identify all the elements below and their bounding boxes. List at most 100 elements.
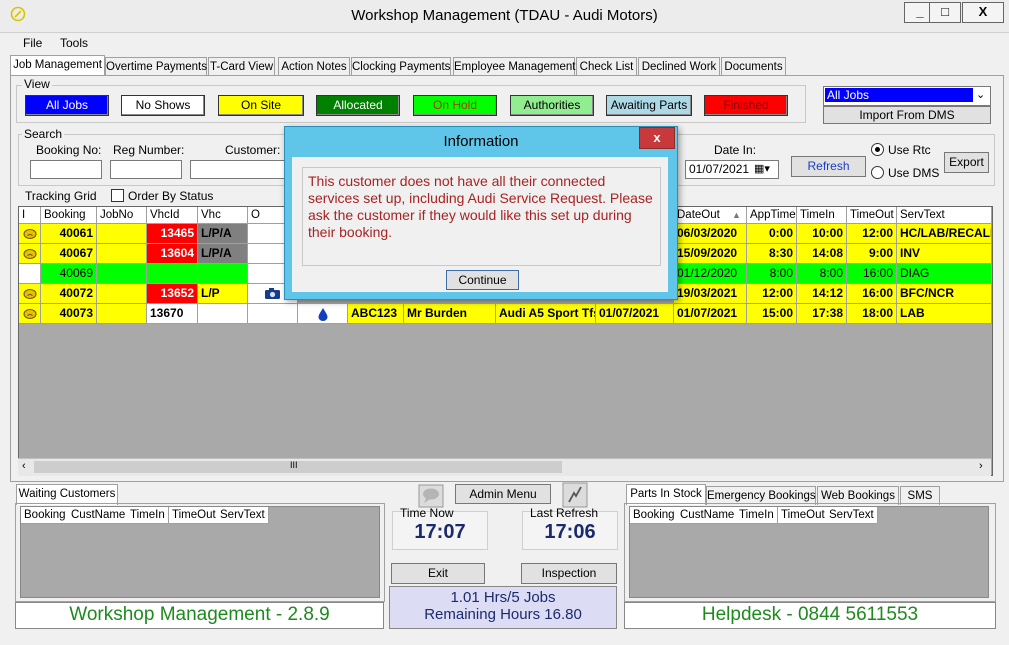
parts-header-booking[interactable]: Booking [630, 507, 679, 524]
view-on-hold-button[interactable]: On Hold [413, 95, 497, 116]
cell-booking: 40072 [41, 284, 97, 304]
view-no-shows-button[interactable]: No Shows [121, 95, 205, 116]
scroll-right-icon[interactable]: › [979, 460, 983, 472]
cell-timeout: 18:00 [847, 304, 897, 324]
tab-documents[interactable]: Documents [721, 57, 786, 76]
status-face-icon [19, 244, 41, 264]
booking-no-input[interactable] [30, 160, 102, 179]
cell-drop [298, 304, 348, 324]
use-dms-label: Use DMS [888, 166, 940, 180]
waiting-header-servtext[interactable]: ServText [217, 507, 269, 524]
customer-input[interactable] [190, 160, 290, 179]
view-finished-button[interactable]: Finished [704, 95, 788, 116]
tab-clocking-payments[interactable]: Clocking Payments [351, 57, 451, 76]
tab-declined-work[interactable]: Declined Work [638, 57, 720, 76]
cell-o [248, 304, 298, 324]
tab-job-management[interactable]: Job Management [10, 55, 105, 76]
cell-timein: 17:38 [797, 304, 847, 324]
use-rtc-radio[interactable] [871, 143, 884, 156]
waiting-header-timein[interactable]: TimeIn [127, 507, 169, 524]
waiting-customers-grid[interactable]: Booking CustName TimeIn TimeOut ServText [20, 506, 380, 598]
water-drop-icon [318, 308, 328, 321]
exit-button[interactable]: Exit [391, 563, 485, 584]
col-header-servtext[interactable]: ServText [897, 207, 992, 224]
scroll-thumb[interactable]: III [34, 460, 562, 473]
scroll-left-icon[interactable]: ‹ [22, 460, 26, 472]
date-in-picker[interactable]: 01/07/2021 ▦▾ [685, 160, 779, 179]
menu-file[interactable]: File [23, 36, 42, 50]
reg-number-input[interactable] [110, 160, 182, 179]
summary-remaining: Remaining Hours 16.80 [424, 606, 582, 623]
camera-icon[interactable] [264, 287, 281, 300]
chevron-down-icon: ⌄ [976, 89, 986, 101]
export-button[interactable]: Export [944, 152, 989, 173]
tab-t-card-view[interactable]: T-Card View [208, 57, 275, 76]
cell-vhcid: 13465 [147, 224, 198, 244]
import-from-dms-button[interactable]: Import From DMS [823, 106, 991, 124]
view-on-site-button[interactable]: On Site [218, 95, 304, 116]
cell-vhcid [147, 264, 198, 284]
view-authorities-button[interactable]: Authorities [510, 95, 594, 116]
tab-overtime-payments[interactable]: Overtime Payments [105, 57, 207, 76]
tab-action-notes[interactable]: Action Notes [278, 57, 350, 76]
grid-horizontal-scrollbar[interactable]: ‹ III › [18, 458, 991, 476]
search-label: Search [22, 127, 65, 141]
view-all-jobs-button[interactable]: All Jobs [25, 95, 109, 116]
parts-header-timein[interactable]: TimeIn [736, 507, 778, 524]
col-header-i[interactable]: I [19, 207, 41, 224]
calendar-icon[interactable]: ▦▾ [754, 161, 770, 178]
booking-no-label: Booking No: [36, 143, 102, 157]
helpdesk-footer: Helpdesk - 0844 5611553 [624, 602, 996, 629]
cell-jobno [97, 284, 147, 304]
information-dialog: Information x This customer does not hav… [284, 126, 678, 300]
tab-parts-in-stock[interactable]: Parts In Stock [626, 484, 706, 505]
col-header-dateout[interactable]: DateOut ▲ [674, 207, 747, 224]
cell-dateout: 15/09/2020 [674, 244, 747, 264]
parts-grid[interactable]: Booking CustName TimeIn TimeOut ServText [629, 506, 989, 598]
summary-box: 1.01 Hrs/5 Jobs Remaining Hours 16.80 [389, 586, 617, 629]
col-header-vhcid[interactable]: VhcId [147, 207, 198, 224]
refresh-button[interactable]: Refresh [791, 156, 866, 177]
menu-tools[interactable]: Tools [60, 36, 88, 50]
order-by-status-checkbox[interactable] [111, 189, 124, 202]
lightning-icon[interactable] [562, 482, 588, 508]
reg-number-label: Reg Number: [113, 143, 185, 157]
parts-header-timeout[interactable]: TimeOut [778, 507, 829, 524]
parts-header-custname[interactable]: CustName [677, 507, 739, 524]
col-header-booking[interactable]: Booking [41, 207, 97, 224]
use-dms-radio[interactable] [871, 166, 884, 179]
dialog-close-button[interactable]: x [639, 127, 675, 149]
parts-header-servtext[interactable]: ServText [826, 507, 878, 524]
cell-jobno [97, 304, 147, 324]
cell-booking: 40067 [41, 244, 97, 264]
tab-waiting-customers[interactable]: Waiting Customers [16, 484, 118, 505]
cell-servtext: BFC/NCR [897, 284, 992, 304]
tab-employee-management[interactable]: Employee Management [453, 57, 575, 76]
waiting-header-timeout[interactable]: TimeOut [169, 507, 220, 524]
waiting-header-custname[interactable]: CustName [68, 507, 130, 524]
maximize-button[interactable]: □ [929, 2, 961, 23]
cell-servtext: HC/LAB/RECALL [897, 224, 992, 244]
view-awaiting-parts-button[interactable]: Awaiting Parts [606, 95, 692, 116]
col-header-timeout[interactable]: TimeOut [847, 207, 897, 224]
admin-menu-button[interactable]: Admin Menu [455, 484, 551, 504]
col-header-timein[interactable]: TimeIn [797, 207, 847, 224]
tab-check-list[interactable]: Check List [576, 57, 637, 76]
cell-apptime: 0:00 [747, 224, 797, 244]
view-allocated-button[interactable]: Allocated [316, 95, 400, 116]
close-button[interactable]: X [962, 2, 1004, 23]
status-face-icon [19, 304, 41, 324]
col-header-apptime[interactable]: AppTime [747, 207, 797, 224]
waiting-header-booking[interactable]: Booking [21, 507, 70, 524]
chat-bubble-icon[interactable] [418, 484, 444, 508]
cell-vhcid: 13604 [147, 244, 198, 264]
col-header-vhc[interactable]: Vhc [198, 207, 248, 224]
job-filter-select[interactable]: All Jobs ⌄ [823, 86, 991, 106]
inspection-button[interactable]: Inspection [521, 563, 617, 584]
table-row[interactable]: 40073 13670 ABC123 Mr Burden Audi A5 Spo… [19, 304, 992, 324]
continue-button[interactable]: Continue [446, 270, 519, 290]
cell-vhcid: 13670 [147, 304, 198, 324]
col-header-jobno[interactable]: JobNo [97, 207, 147, 224]
cell-dateout: 01/07/2021 [674, 304, 747, 324]
order-by-status-label: Order By Status [128, 189, 214, 203]
